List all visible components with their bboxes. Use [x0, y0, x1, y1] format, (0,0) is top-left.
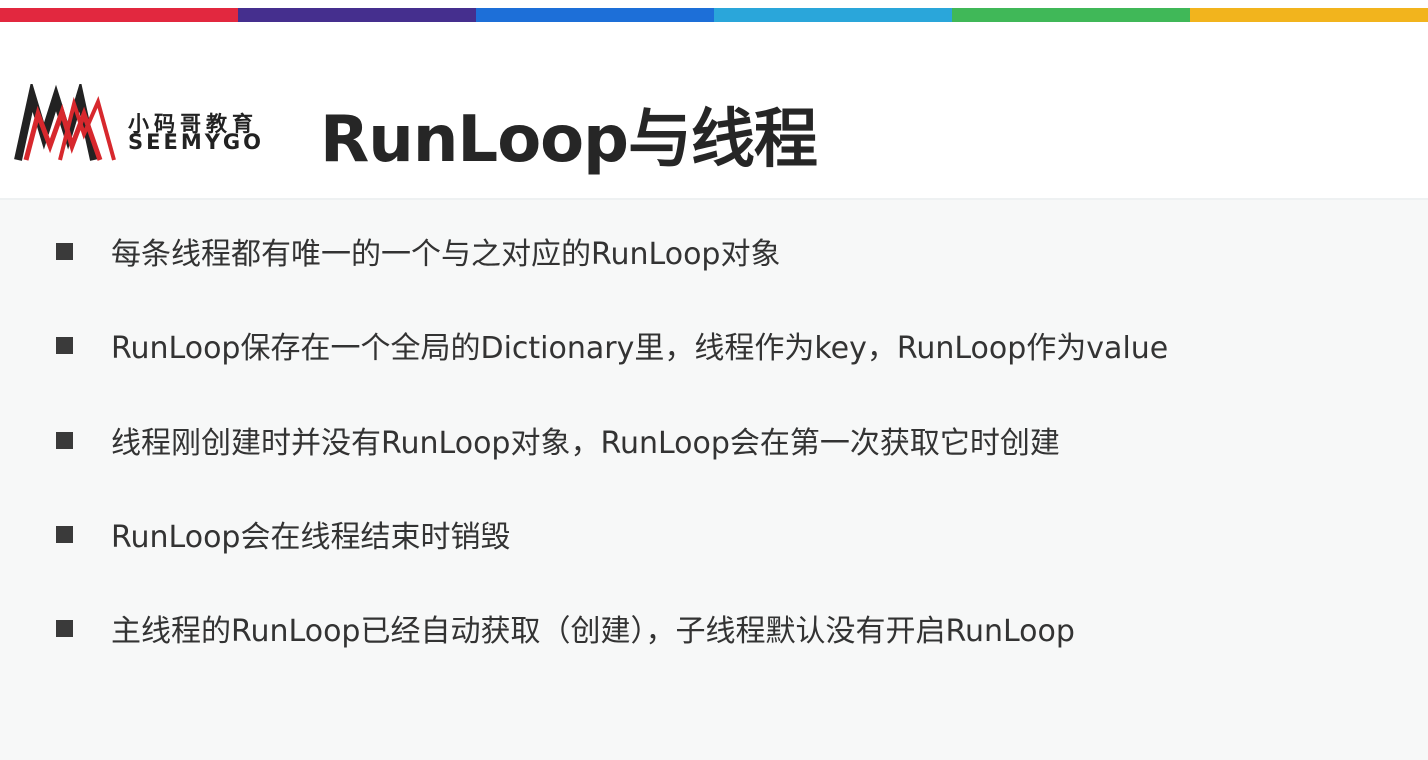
list-item: 线程刚创建时并没有RunLoop对象，RunLoop会在第一次获取它时创建 [56, 420, 1060, 461]
bullet-square-icon [56, 525, 73, 543]
slide: 小码哥教育 SEEMYGO RunLoop与线程 每条线程都有唯一的一个与之对应… [0, 0, 1428, 760]
bullet-text: 每条线程都有唯一的一个与之对应的RunLoop对象 [111, 237, 781, 272]
logo-name-en: SEEMYGO [128, 130, 265, 154]
brand-logo: 小码哥教育 SEEMYGO [14, 84, 274, 164]
bullet-text: RunLoop保存在一个全局的Dictionary里，线程作为key，RunLo… [111, 331, 1169, 366]
slide-title: RunLoop与线程 [320, 103, 818, 177]
bullet-square-icon [56, 336, 73, 354]
bullet-square-icon [56, 619, 73, 637]
bullet-text: RunLoop会在线程结束时销毁 [111, 520, 511, 555]
color-stripe-bar [0, 8, 1428, 22]
color-stripe-segment [1190, 8, 1428, 22]
bullet-text: 主线程的RunLoop已经自动获取（创建），子线程默认没有开启RunLoop [111, 614, 1075, 649]
bullet-text: 线程刚创建时并没有RunLoop对象，RunLoop会在第一次获取它时创建 [111, 426, 1060, 461]
seemygo-logo-icon [14, 84, 116, 161]
list-item: RunLoop保存在一个全局的Dictionary里，线程作为key，RunLo… [56, 325, 1169, 366]
bullet-square-icon [56, 431, 73, 449]
color-stripe-segment [0, 8, 238, 22]
color-stripe-segment [952, 8, 1190, 22]
color-stripe-segment [476, 8, 714, 22]
color-stripe-segment [714, 8, 952, 22]
color-stripe-segment [238, 8, 476, 22]
list-item: 每条线程都有唯一的一个与之对应的RunLoop对象 [56, 231, 781, 272]
list-item: 主线程的RunLoop已经自动获取（创建），子线程默认没有开启RunLoop [56, 608, 1075, 649]
bullet-list: 每条线程都有唯一的一个与之对应的RunLoop对象 RunLoop保存在一个全局… [0, 200, 1428, 760]
bullet-square-icon [56, 242, 73, 260]
list-item: RunLoop会在线程结束时销毁 [56, 514, 511, 555]
